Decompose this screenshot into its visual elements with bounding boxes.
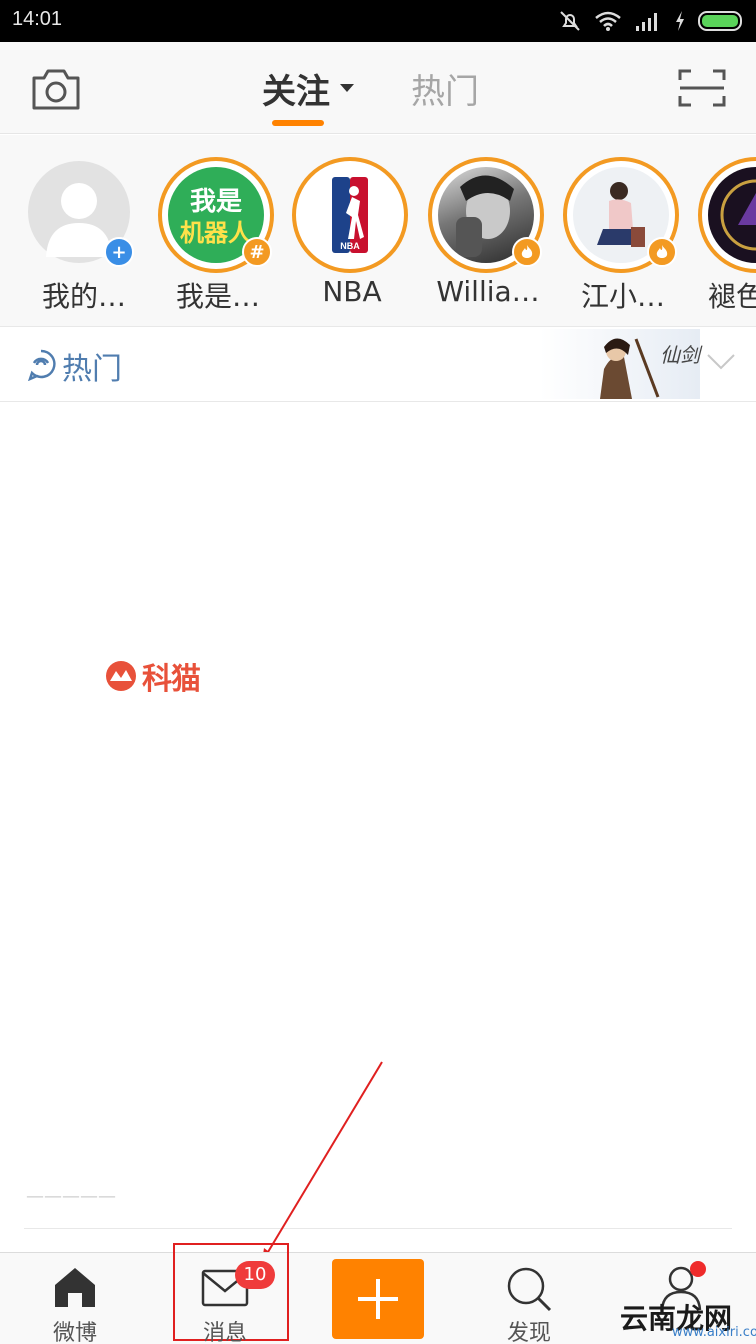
- nav-discover-label: 发现: [506, 1321, 551, 1344]
- nav-home[interactable]: 微博: [20, 1253, 130, 1344]
- charging-icon: [676, 11, 684, 31]
- chevron-down-icon[interactable]: [706, 353, 736, 371]
- tab-hot[interactable]: 热门: [411, 64, 479, 113]
- svg-text:NBA: NBA: [340, 241, 360, 251]
- story-name: NBA: [322, 275, 382, 308]
- status-bar: 14:01: [0, 0, 756, 42]
- status-icons: [558, 8, 746, 34]
- add-badge-icon: +: [104, 237, 134, 267]
- battery-icon: [698, 11, 742, 31]
- bottom-nav: 微博 消息 10 发现 云南龙网 www.aixiri.com: [0, 1243, 756, 1344]
- fire-badge-icon: [647, 237, 677, 267]
- dropdown-caret-icon[interactable]: [340, 84, 354, 92]
- game-logo: [708, 167, 756, 263]
- nav-discover[interactable]: 发现: [474, 1253, 584, 1344]
- compose-button[interactable]: [332, 1259, 424, 1339]
- game-logo-icon: [720, 179, 756, 251]
- story-name: 褪色…: [708, 280, 756, 313]
- nav-messages-label: 消息: [202, 1321, 247, 1344]
- story-ring: [698, 157, 756, 273]
- annotation-arrow: [261, 1061, 383, 1263]
- nav-home-label: 微博: [52, 1321, 97, 1344]
- signal-icon: [636, 13, 657, 31]
- bell-muted-icon: [560, 11, 580, 31]
- banner-text: 仙剑: [660, 343, 700, 367]
- hot-topic-icon: [28, 349, 56, 381]
- fire-badge-icon: [512, 237, 542, 267]
- hot-section-bar[interactable]: 热门 仙剑: [0, 327, 756, 402]
- feed-area: 科猫 —————: [0, 402, 756, 1263]
- tab-follow[interactable]: 关注: [262, 64, 330, 113]
- search-icon: [507, 1267, 552, 1312]
- story-name: 我的…: [41, 280, 126, 313]
- story-name: 我是…: [175, 280, 260, 313]
- status-time: 14:01: [12, 8, 63, 30]
- hot-section-label: 热门: [62, 352, 122, 387]
- nba-logo: NBA: [302, 167, 398, 263]
- topic-badge-icon: #: [242, 237, 272, 267]
- story-ring: NBA: [292, 157, 408, 273]
- stories-row: + 我的… 我是 机器人 # 我是… NBA NBA Willia… 江小… 褪: [0, 135, 756, 327]
- notification-dot: [690, 1261, 706, 1277]
- header: 关注 热门: [0, 42, 756, 134]
- ad-banner[interactable]: 仙剑: [540, 329, 700, 399]
- camera-icon[interactable]: [30, 66, 82, 112]
- plus-icon-vertical: [376, 1279, 380, 1319]
- watermark-url: www.aixiri.com: [672, 1325, 756, 1340]
- tab-active-indicator: [272, 120, 324, 126]
- story-name: Willia…: [436, 275, 540, 308]
- scan-icon[interactable]: [677, 68, 727, 108]
- home-icon: [55, 1268, 95, 1307]
- story-name: 江小…: [580, 280, 665, 313]
- unread-badge: 10: [235, 1261, 275, 1289]
- wifi-icon: [595, 11, 621, 31]
- nba-logo-icon: NBA: [332, 177, 368, 253]
